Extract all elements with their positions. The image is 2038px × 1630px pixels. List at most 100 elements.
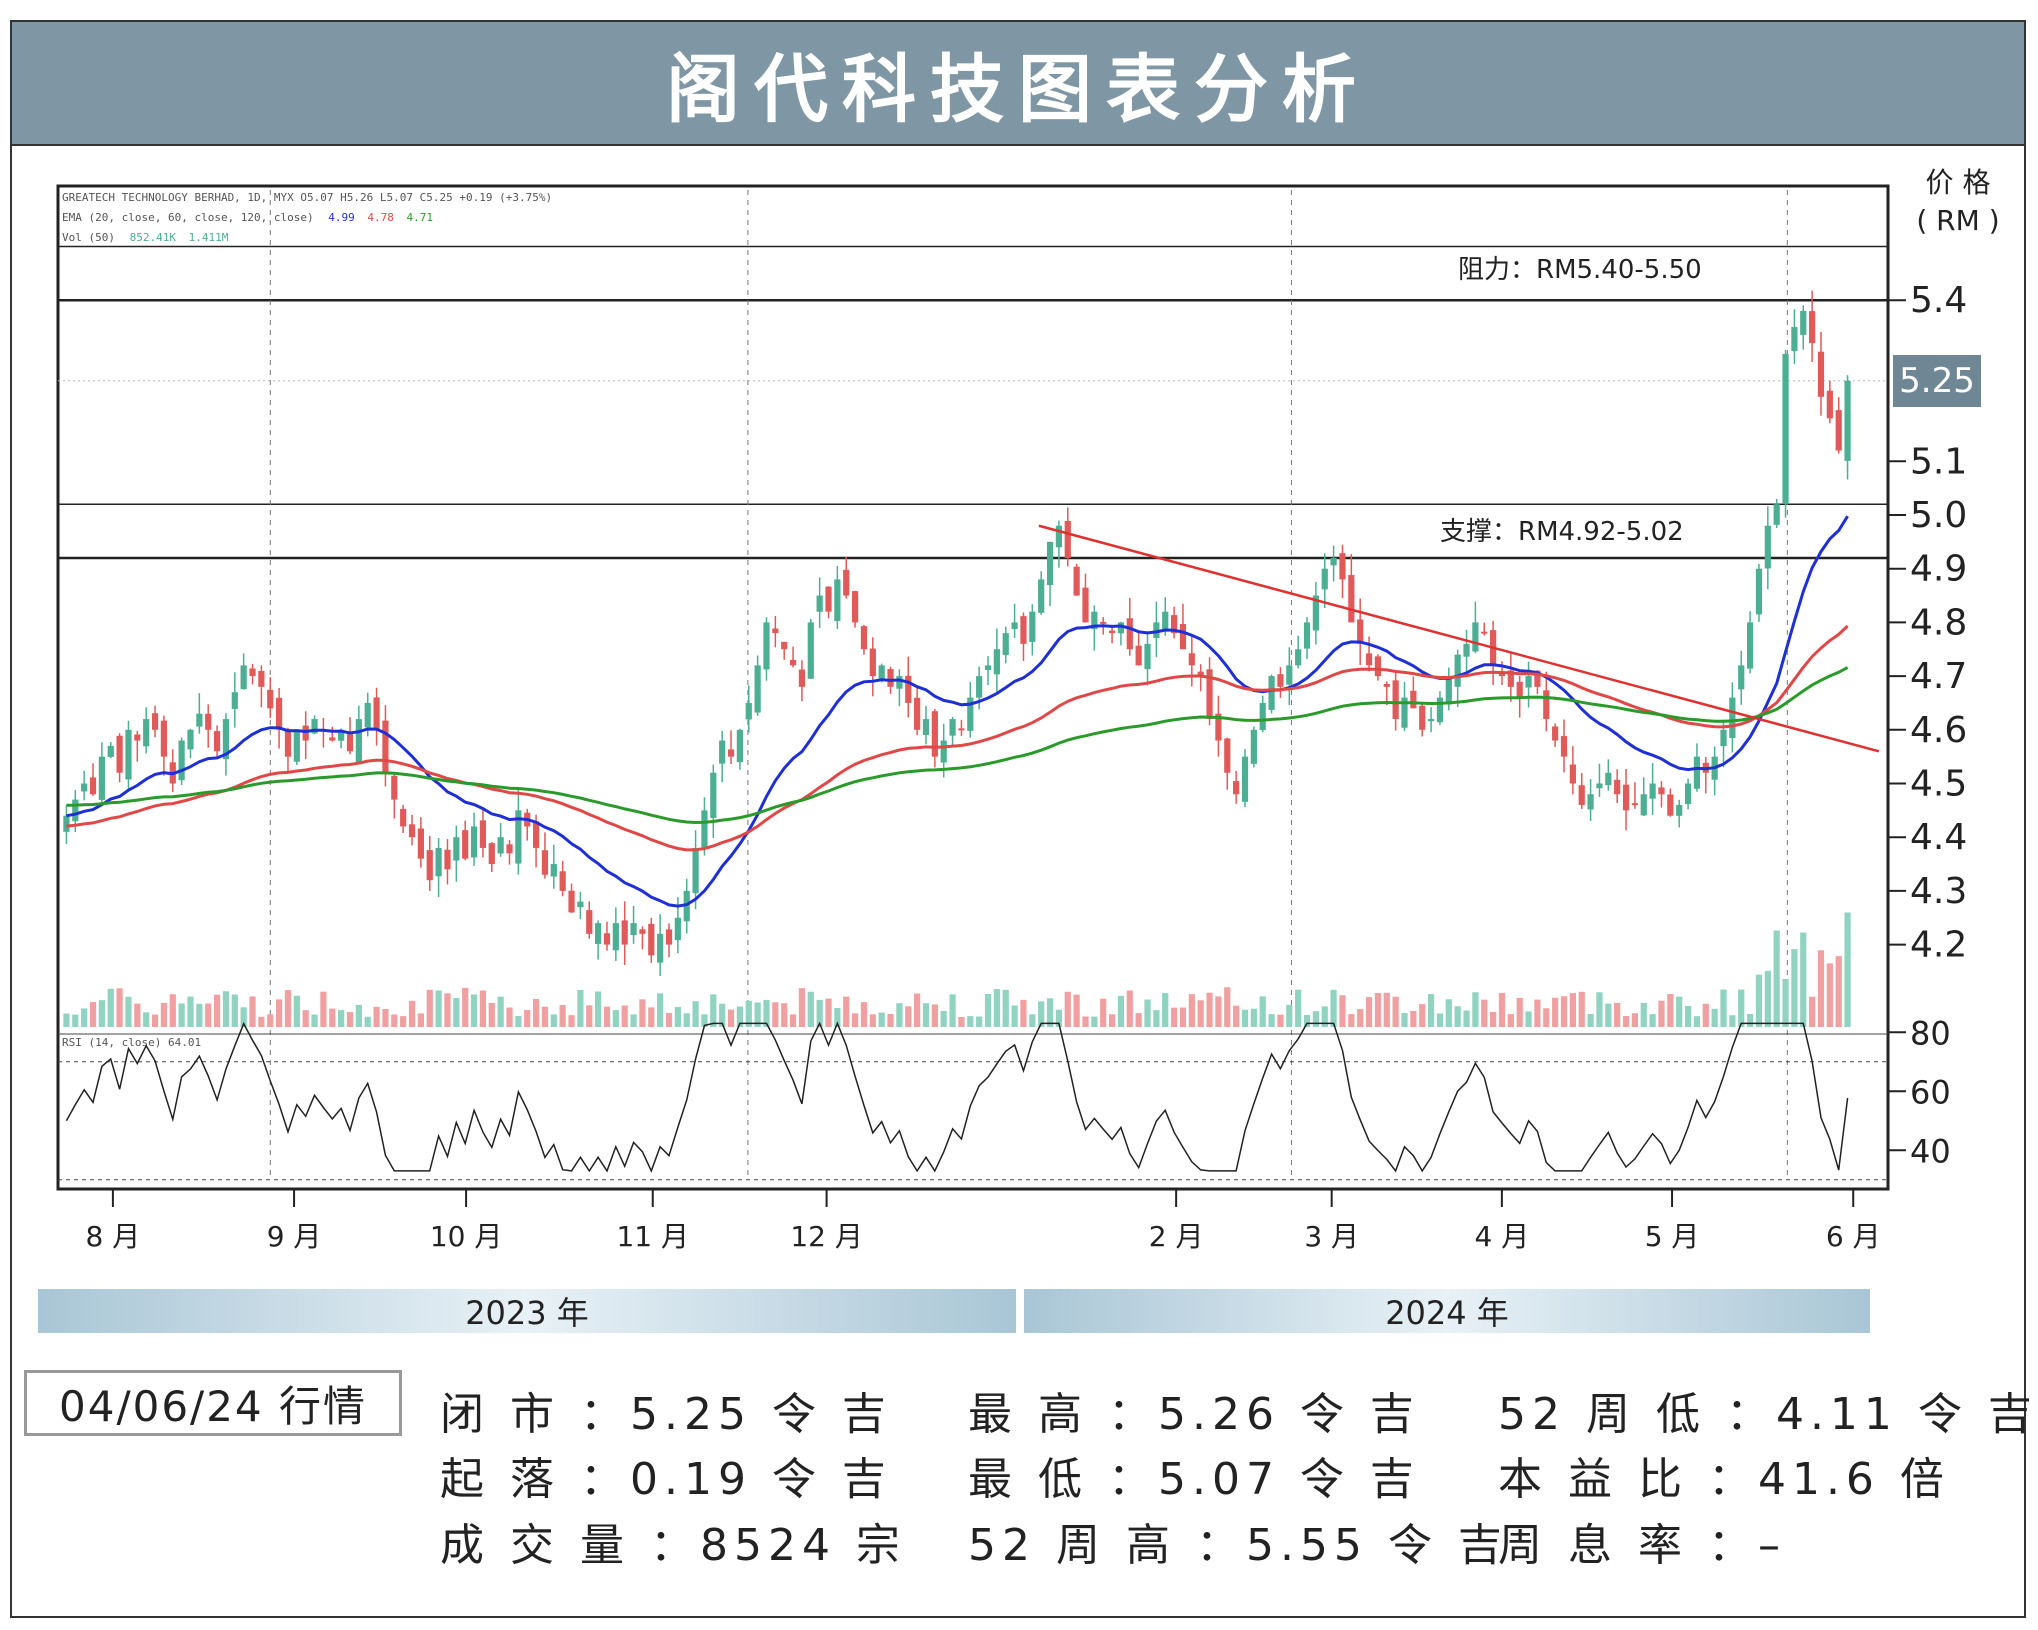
volume-bar <box>284 990 292 1027</box>
candle-body <box>1179 624 1187 650</box>
volume-bar <box>1472 992 1479 1027</box>
volume-bar <box>1498 992 1506 1027</box>
candle-body <box>116 735 123 773</box>
volume-bar <box>151 1014 159 1027</box>
x-tick-label: 4 月 <box>1475 1220 1530 1253</box>
candle-body <box>1410 690 1417 709</box>
volume-bar <box>311 1014 318 1027</box>
candle-body <box>258 671 265 687</box>
volume-bar <box>125 996 132 1027</box>
volume-bar <box>1560 996 1568 1027</box>
volume-bar <box>444 993 451 1027</box>
volume-bar <box>1419 1004 1426 1027</box>
volume-bar <box>683 1013 690 1027</box>
volume-bar <box>1800 932 1807 1027</box>
candle-body <box>355 719 362 763</box>
candle-body <box>1383 683 1390 687</box>
volume-bar <box>1241 1009 1249 1027</box>
volume-bar <box>524 1010 531 1027</box>
volume-bar <box>1658 1000 1665 1027</box>
volume-bar <box>1126 990 1133 1027</box>
candle-body <box>302 725 309 741</box>
candle-body <box>1667 794 1674 816</box>
volume-bar <box>674 1006 681 1027</box>
candle-body <box>692 847 699 894</box>
candle-body <box>1649 783 1656 799</box>
candle-body <box>63 815 70 832</box>
volume-bar <box>196 1003 203 1027</box>
candle-body <box>1658 787 1665 795</box>
volume-bar <box>1073 994 1080 1027</box>
volume-bar <box>1729 1015 1736 1027</box>
x-tick-label: 12 月 <box>790 1220 863 1253</box>
candle-body <box>72 799 79 822</box>
candle-body <box>506 844 513 854</box>
volume-bar <box>789 1014 797 1027</box>
volume-bar <box>1587 1014 1594 1027</box>
volume-bar <box>1578 991 1585 1027</box>
candle-body <box>284 730 292 757</box>
candle-body <box>1738 665 1745 690</box>
volume-bar <box>1224 987 1231 1027</box>
stat-52w-low: 52 周 低 ：4.11 令 吉 <box>1498 1389 2038 1440</box>
candle-body <box>187 729 194 750</box>
volume-bar <box>391 1014 398 1027</box>
candle-body <box>550 864 557 877</box>
volume-bar <box>1507 1014 1514 1027</box>
volume-bar <box>798 988 806 1027</box>
volume-bar <box>869 1014 876 1027</box>
candle-body <box>1339 553 1346 580</box>
volume-bar <box>568 1015 575 1027</box>
candle-body <box>843 569 850 596</box>
candle-body <box>107 745 114 757</box>
volume-bar <box>1614 1002 1621 1027</box>
volume-bar <box>1374 993 1382 1027</box>
candle-body <box>213 731 221 752</box>
candle-body <box>89 777 97 795</box>
volume-bar <box>1835 956 1842 1027</box>
volume-bar <box>665 1013 673 1027</box>
volume-bar <box>1463 1010 1470 1027</box>
stat-52w-high: 52 周 高 ：5.55 令 吉 <box>968 1520 1508 1571</box>
volume-bar <box>497 996 504 1027</box>
volume-bar <box>267 1014 274 1027</box>
volume-bar <box>931 1004 938 1027</box>
volume-bar <box>1188 994 1195 1027</box>
candle-body <box>648 923 655 956</box>
volume-bar <box>1543 1008 1550 1027</box>
volume-bar <box>1622 1015 1630 1027</box>
candle-body <box>568 890 575 913</box>
candle-body <box>665 929 673 945</box>
candle-body <box>807 622 814 679</box>
candle-body <box>1064 520 1071 558</box>
volume-bar <box>1303 1015 1311 1027</box>
candles <box>63 290 1851 976</box>
candle-body <box>1596 783 1603 789</box>
volume-bar <box>143 1012 150 1027</box>
y-tick-label: 4.3 <box>1910 871 1967 912</box>
candle-body <box>98 756 105 800</box>
candle-body <box>1835 410 1842 451</box>
unit-label-currency: ( RM ) <box>1916 204 1999 237</box>
candle-body <box>1357 619 1364 644</box>
candle-body <box>798 669 806 687</box>
candle-body <box>825 586 832 612</box>
candle-body <box>1365 653 1373 666</box>
y-tick-label: 4.5 <box>1910 764 1967 805</box>
candle-body <box>1552 726 1559 741</box>
volume-bar <box>1755 974 1763 1027</box>
volume-bar <box>1215 996 1222 1027</box>
candle-body <box>417 828 424 859</box>
volume-bar <box>967 1016 974 1027</box>
y-tick-label: 4.9 <box>1910 549 1967 590</box>
x-tick-label: 6 月 <box>1826 1220 1881 1253</box>
volume-bar <box>1676 996 1683 1027</box>
volume-bar <box>320 991 327 1027</box>
candle-body <box>488 843 495 865</box>
volume-bar <box>178 1003 185 1027</box>
volume-bar <box>1357 1009 1364 1027</box>
x-tick-label: 10 月 <box>430 1220 503 1253</box>
candle-body <box>1560 736 1568 757</box>
date-box: 04/06/24 行情 <box>24 1370 402 1436</box>
candle-body <box>435 847 442 877</box>
